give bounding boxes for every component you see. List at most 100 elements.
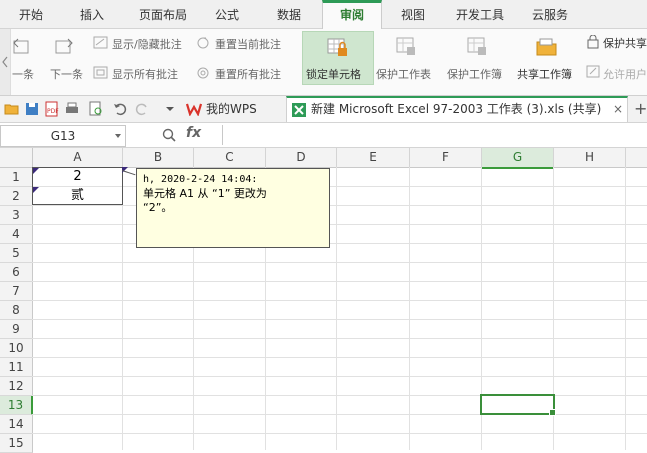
reset-current-comment-icon: [197, 37, 209, 49]
open-folder-icon[interactable]: [4, 101, 20, 117]
wps-logo-icon: [186, 103, 202, 116]
tab-page-layout[interactable]: 页面布局: [126, 0, 200, 28]
doc-tab-active-file[interactable]: 新建 Microsoft Excel 97-2003 工作表 (3).xls (…: [286, 96, 628, 122]
new-tab-plus-icon[interactable]: +: [634, 96, 647, 122]
column-header[interactable]: E: [337, 148, 410, 168]
ribbon-scroll-left[interactable]: [0, 29, 11, 95]
grid-line: [336, 167, 337, 450]
grid-line: [32, 300, 647, 301]
column-header[interactable]: F: [410, 148, 482, 168]
row-header[interactable]: 4: [0, 225, 33, 244]
grid-line: [32, 281, 647, 282]
show-hide-comment-icon: [93, 36, 108, 49]
redo-icon[interactable]: [134, 101, 150, 117]
protect-workbook-button[interactable]: 保护工作簿: [447, 66, 502, 82]
next-comment-button[interactable]: 下一条: [50, 66, 83, 82]
previous-comment-button[interactable]: 一条: [12, 66, 34, 82]
grid-line: [32, 338, 647, 339]
row-header[interactable]: 11: [0, 358, 33, 377]
row-header[interactable]: 3: [0, 206, 33, 225]
change-comment-popup: h, 2020-2-24 14:04: 单元格 A1 从 “1” 更改为 “2”…: [136, 168, 330, 248]
zoom-search-icon[interactable]: [162, 128, 176, 142]
grid-line: [32, 357, 647, 358]
column-header-selected[interactable]: G: [482, 148, 554, 169]
row-header[interactable]: 1: [0, 168, 33, 187]
ribbon-tab-bar: 开始 插入 页面布局 公式 数据 审阅 视图 开发工具 云服务: [0, 0, 647, 29]
fill-handle[interactable]: [549, 409, 556, 416]
next-comment-icon: [55, 38, 73, 54]
comment-indicator-icon: [33, 187, 39, 193]
tab-developer[interactable]: 开发工具: [446, 0, 514, 28]
tab-view[interactable]: 视图: [390, 0, 436, 28]
insert-function-button[interactable]: fx: [186, 125, 201, 141]
protect-share-icon: [587, 35, 599, 49]
quick-access-bar: PDF 我的WPS 新建 Microsoft Excel 97-2003 工作表…: [0, 96, 647, 123]
tab-review[interactable]: 审阅: [322, 0, 382, 29]
protect-sheet-button[interactable]: 保护工作表: [376, 66, 431, 82]
undo-icon[interactable]: [112, 101, 128, 117]
tab-data[interactable]: 数据: [262, 0, 316, 28]
column-header[interactable]: H: [554, 148, 626, 168]
row-header[interactable]: 6: [0, 263, 33, 282]
row-header[interactable]: 12: [0, 377, 33, 396]
reset-current-comment-button[interactable]: 重置当前批注: [215, 36, 281, 52]
chevron-left-icon: [2, 56, 8, 68]
column-header[interactable]: B: [123, 148, 194, 168]
show-hide-comment-button[interactable]: 显示/隐藏批注: [112, 36, 182, 52]
row-header[interactable]: 10: [0, 339, 33, 358]
name-box[interactable]: G13: [0, 125, 126, 147]
tab-insert[interactable]: 插入: [62, 0, 122, 28]
selected-cell-g13[interactable]: [480, 394, 555, 415]
row-header[interactable]: 2: [0, 187, 33, 206]
doc-tab-my-wps[interactable]: 我的WPS: [186, 96, 282, 122]
formula-input[interactable]: [222, 125, 647, 145]
grid-line: [32, 224, 647, 225]
doc-tab-my-wps-label: 我的WPS: [206, 102, 257, 116]
review-ribbon: 一条 下一条 显示/隐藏批注 显示所有批注 重置当前批注 重置所有批注 锁定单元…: [0, 29, 647, 96]
grid-line: [625, 167, 626, 450]
grid-line: [32, 376, 647, 377]
reset-all-comments-button[interactable]: 重置所有批注: [215, 66, 281, 82]
column-header[interactable]: [626, 148, 647, 168]
save-icon[interactable]: [24, 101, 40, 117]
row-header[interactable]: 9: [0, 320, 33, 339]
row-header-selected[interactable]: 13: [0, 396, 33, 415]
grid-line: [32, 186, 647, 187]
cell-a1[interactable]: 2: [33, 168, 122, 186]
protect-workbook-icon: [467, 37, 486, 55]
comment-body-line: 单元格 A1 从 “1” 更改为: [143, 187, 267, 200]
row-header[interactable]: 14: [0, 415, 33, 434]
print-icon[interactable]: [64, 101, 80, 117]
grid-line: [409, 167, 410, 450]
select-all-corner[interactable]: [0, 148, 33, 168]
column-header[interactable]: D: [266, 148, 337, 168]
tab-home[interactable]: 开始: [4, 0, 58, 28]
column-header[interactable]: A: [33, 148, 123, 168]
tab-cloud[interactable]: 云服务: [520, 0, 580, 28]
lock-cell-button[interactable]: 锁定单元格: [302, 31, 374, 85]
comment-author-timestamp: h, 2020-2-24 14:04:: [143, 174, 258, 185]
grid-line: [32, 243, 647, 244]
row-header[interactable]: 7: [0, 282, 33, 301]
row-header[interactable]: 5: [0, 244, 33, 263]
cell-a2[interactable]: 贰: [33, 187, 122, 205]
allow-edit-button[interactable]: 允许用户: [603, 66, 647, 82]
protect-share-button[interactable]: 保护共享: [603, 35, 647, 51]
show-all-comments-button[interactable]: 显示所有批注: [112, 66, 178, 82]
grid-line: [32, 262, 647, 263]
svg-text:PDF: PDF: [47, 108, 59, 115]
export-pdf-icon[interactable]: PDF: [44, 101, 60, 117]
previous-comment-icon: [13, 38, 29, 54]
row-header[interactable]: 8: [0, 301, 33, 320]
close-icon[interactable]: ×: [613, 98, 623, 120]
tab-formulas[interactable]: 公式: [204, 0, 250, 28]
share-workbook-button[interactable]: 共享工作簿: [517, 66, 572, 82]
lock-cell-icon: [327, 38, 347, 56]
show-all-comments-icon: [93, 66, 108, 79]
comment-indicator-icon: [33, 168, 39, 174]
column-header[interactable]: C: [194, 148, 266, 168]
comment-body-line: “2”。: [143, 201, 173, 214]
print-preview-icon[interactable]: [88, 101, 104, 117]
dropdown-arrow-icon[interactable]: [162, 101, 178, 117]
row-header[interactable]: 15: [0, 434, 33, 453]
